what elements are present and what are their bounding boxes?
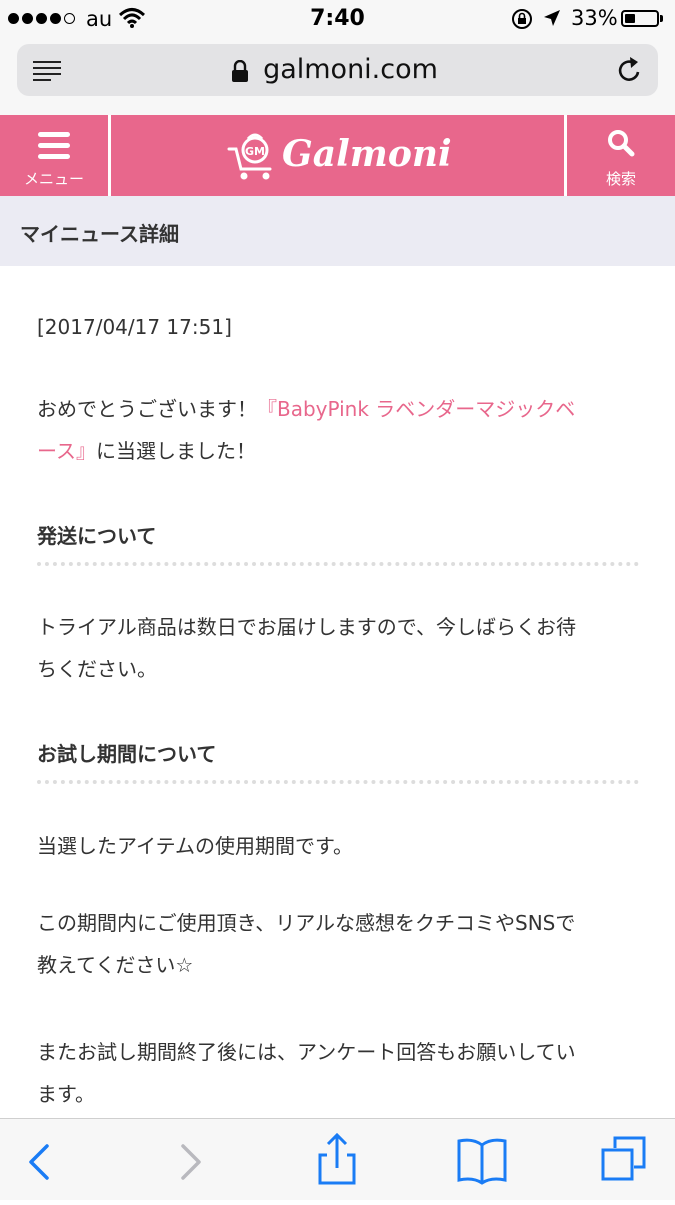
browser-address-area: galmoni.com xyxy=(0,38,675,115)
forward-icon xyxy=(181,1144,201,1180)
url-text: galmoni.com xyxy=(263,54,438,85)
congrats-message: おめでとうございます！『BabyPink ラベンダーマジックベ ース』に当選しま… xyxy=(37,388,641,472)
section-paragraph: またお試し期間終了後には、アンケート回答もお願いしてい ます。 xyxy=(37,1031,641,1115)
search-button[interactable]: 検索 xyxy=(567,115,675,196)
section-heading: お試し期間について xyxy=(37,742,217,766)
rotation-lock-icon xyxy=(512,9,532,29)
congrats-suffix: に当選しました！ xyxy=(96,439,256,463)
reload-icon[interactable] xyxy=(617,56,643,84)
browser-toolbar xyxy=(0,1118,675,1200)
bookmarks-button[interactable] xyxy=(442,1119,522,1201)
galmoni-logo[interactable]: GM Galmoni xyxy=(226,129,456,183)
share-button[interactable] xyxy=(297,1119,377,1201)
paragraph-line: この期間内にご使用頂き、リアルな感想をクチコミやSNSで xyxy=(37,911,576,935)
logo-text: Galmoni xyxy=(282,133,452,175)
menu-label: メニュー xyxy=(23,170,84,188)
back-icon xyxy=(29,1144,49,1180)
section-paragraph: トライアル商品は数日でお届けしますので、今しばらくお待 ちください。 xyxy=(37,606,641,690)
news-timestamp: [2017/04/17 17:51] xyxy=(37,315,232,339)
status-bar: au 7:40 33% xyxy=(0,0,675,38)
battery-icon xyxy=(621,10,659,27)
back-button[interactable] xyxy=(0,1119,80,1201)
product-link[interactable]: ース』 xyxy=(37,439,96,463)
paragraph-line: ます。 xyxy=(37,1082,95,1106)
paragraph-line: ちください。 xyxy=(37,657,157,681)
paragraph-line: トライアル商品は数日でお届けしますので、今しばらくお待 xyxy=(37,615,576,639)
section-paragraph: 当選したアイテムの使用期間です。 xyxy=(37,825,641,867)
hamburger-icon xyxy=(38,132,70,165)
section-heading: 発送について xyxy=(37,524,157,548)
forward-button[interactable] xyxy=(150,1119,230,1201)
search-icon xyxy=(608,130,635,157)
logo-badge: GM xyxy=(245,145,265,158)
tabs-button[interactable] xyxy=(584,1119,664,1201)
share-icon xyxy=(318,1132,356,1185)
battery-level xyxy=(625,14,635,23)
section-divider xyxy=(37,780,639,784)
congrats-line: おめでとうございます！『BabyPink ラベンダーマジックベ xyxy=(37,388,641,430)
site-header: メニュー GM Galmoni 検索 xyxy=(0,115,675,196)
paragraph-line: 当選したアイテムの使用期間です。 xyxy=(37,834,353,858)
congrats-line: ース』に当選しました！ xyxy=(37,430,641,472)
battery-tip xyxy=(660,15,663,22)
address-bar[interactable]: galmoni.com xyxy=(17,44,658,96)
section-divider xyxy=(37,562,639,566)
location-arrow-icon xyxy=(544,10,560,26)
url-display: galmoni.com xyxy=(17,54,658,85)
paragraph-line: またお試し期間終了後には、アンケート回答もお願いしてい xyxy=(37,1040,576,1064)
bookmarks-icon xyxy=(457,1138,507,1185)
page-title-band: マイニュース詳細 xyxy=(0,196,675,266)
congrats-prefix: おめでとうございます！ xyxy=(37,397,257,421)
search-label: 検索 xyxy=(605,170,636,188)
shopping-cart-logo-icon: GM xyxy=(227,133,272,180)
product-link[interactable]: 『BabyPink ラベンダーマジックベ xyxy=(257,397,575,421)
battery-percent: 33% xyxy=(571,6,618,30)
header-divider xyxy=(108,115,111,196)
paragraph-line: 教えてください☆ xyxy=(37,953,194,977)
menu-button[interactable]: メニュー xyxy=(0,115,108,196)
tabs-icon xyxy=(601,1136,646,1181)
section-paragraph: この期間内にご使用頂き、リアルな感想をクチコミやSNSで 教えてください☆ xyxy=(37,902,641,986)
page-title: マイニュース詳細 xyxy=(20,222,179,246)
